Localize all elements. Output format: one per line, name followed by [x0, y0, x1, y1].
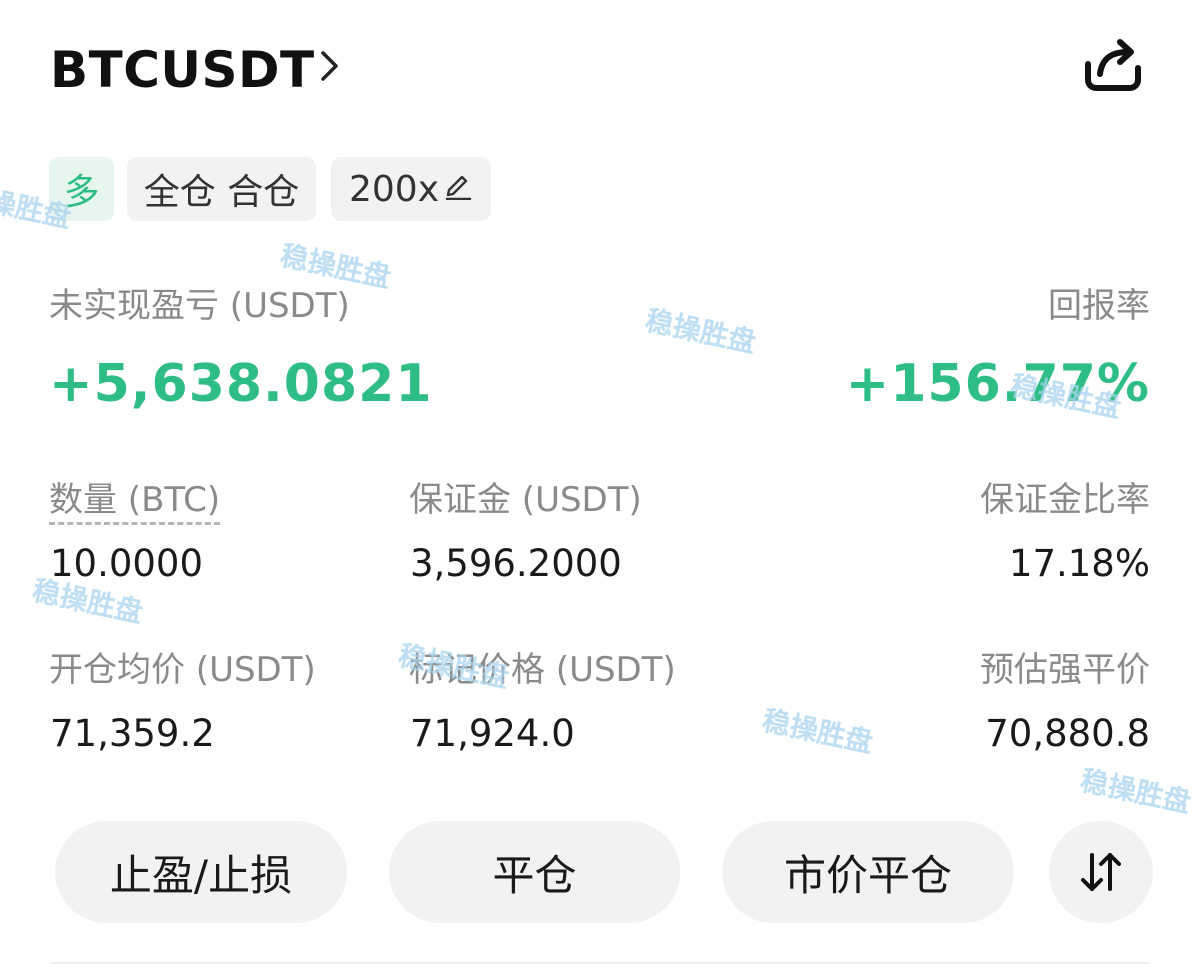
share-icon[interactable] — [1080, 34, 1146, 94]
side-tag: 多 — [49, 157, 114, 221]
divider — [50, 962, 1150, 964]
watermark: 稳操胜盘 — [759, 703, 876, 760]
entry-price-value: 71,359.2 — [50, 712, 215, 755]
margin-mode-tag[interactable]: 全仓 合仓 — [127, 157, 316, 221]
margin-ratio-label: 保证金比率 — [980, 480, 1150, 520]
leverage-tag[interactable]: 200x — [331, 157, 491, 221]
entry-price-label: 开仓均价 (USDT) — [49, 650, 316, 690]
mark-price-label: 标记价格 (USDT) — [409, 650, 676, 690]
roe-label: 回报率 — [1048, 286, 1150, 326]
symbol-title[interactable]: BTCUSDT — [50, 38, 315, 102]
tp-sl-button[interactable]: 止盈/止损 — [55, 821, 347, 923]
leverage-value: 200x — [348, 168, 440, 210]
sort-arrows-icon — [1081, 853, 1121, 891]
market-close-button[interactable]: 市价平仓 — [722, 821, 1014, 923]
quantity-label[interactable]: 数量 (BTC) — [49, 478, 221, 525]
roe-value: +156.77% — [845, 354, 1150, 414]
quantity-value: 10.0000 — [50, 542, 204, 585]
watermark: 稳操胜盘 — [1077, 763, 1194, 820]
liquidation-price-label: 预估强平价 — [980, 650, 1150, 690]
watermark: 稳操胜盘 — [642, 303, 759, 360]
margin-value: 3,596.2000 — [410, 542, 622, 585]
liquidation-price-value: 70,880.8 — [985, 712, 1150, 755]
margin-ratio-value: 17.18% — [1008, 542, 1150, 585]
unrealized-pnl-label: 未实现盈亏 (USDT) — [49, 286, 350, 326]
close-position-button[interactable]: 平仓 — [389, 821, 680, 923]
pencil-icon — [445, 175, 472, 200]
reverse-position-button[interactable] — [1049, 821, 1153, 923]
quantity-label-text: 数量 (BTC) — [49, 480, 221, 525]
chevron-right-icon[interactable] — [312, 46, 348, 86]
margin-label: 保证金 (USDT) — [409, 480, 642, 520]
unrealized-pnl-value: +5,638.0821 — [49, 354, 433, 414]
mark-price-value: 71,924.0 — [410, 712, 575, 755]
